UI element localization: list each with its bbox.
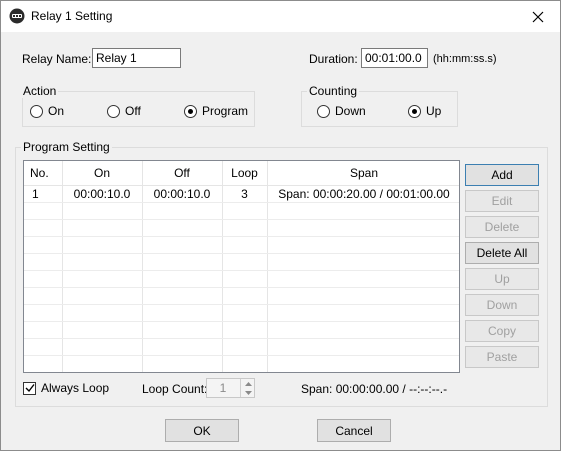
counting-up-radio[interactable]: Up — [408, 104, 441, 118]
total-span-text: Span: 00:00:00.00 / --:--:--.- — [301, 382, 448, 396]
radio-indicator — [317, 104, 330, 118]
column-header-no[interactable]: No. — [24, 161, 63, 186]
spin-up-icon — [244, 381, 252, 386]
program-setting-title: Program Setting — [21, 140, 112, 154]
program-table: No. On Off Loop Span 1 00:00:10.0 00:00:… — [24, 161, 459, 372]
relay-setting-dialog: Relay 1 Setting Relay Name: Relay 1 Dura… — [0, 0, 561, 451]
edit-button[interactable]: Edit — [465, 190, 539, 212]
relay-name-input[interactable]: Relay 1 — [92, 48, 181, 68]
table-row — [24, 321, 459, 339]
duration-format-hint: (hh:mm:ss.s) — [433, 53, 497, 65]
cell-off: 00:00:10.0 — [142, 185, 223, 203]
counting-group-title: Counting — [307, 84, 360, 98]
radio-indicator — [30, 104, 43, 118]
loop-count-stepper[interactable]: 1 — [206, 378, 255, 398]
cell-no: 1 — [24, 185, 63, 203]
spin-up-button[interactable] — [241, 379, 255, 388]
action-off-radio[interactable]: Off — [107, 104, 141, 118]
copy-button[interactable]: Copy — [465, 320, 539, 342]
checkmark-icon — [25, 384, 35, 393]
always-loop-label: Always Loop — [41, 381, 110, 395]
loop-count-value: 1 — [219, 381, 227, 395]
table-row — [24, 202, 459, 220]
spin-down-button[interactable] — [241, 388, 255, 397]
action-group-title: Action — [21, 84, 59, 98]
radio-label: Off — [125, 104, 141, 118]
column-header-span[interactable]: Span — [267, 161, 459, 186]
column-header-on[interactable]: On — [62, 161, 143, 186]
duration-input[interactable]: 00:01:00.0 — [361, 48, 428, 68]
table-row[interactable]: 1 00:00:10.0 00:00:10.0 3 Span: 00:00:20… — [24, 185, 459, 203]
close-icon — [532, 11, 544, 22]
cell-span: Span: 00:00:20.00 / 00:01:00.00 — [267, 185, 459, 203]
ok-button[interactable]: OK — [165, 419, 239, 442]
checkbox-indicator — [23, 381, 36, 395]
delete-all-button[interactable]: Delete All — [465, 242, 539, 264]
spin-down-icon — [244, 390, 252, 395]
close-button[interactable] — [516, 1, 560, 32]
table-row — [24, 355, 459, 372]
radio-label: Up — [426, 104, 442, 118]
column-header-loop[interactable]: Loop — [222, 161, 268, 186]
duration-label: Duration: — [309, 52, 358, 66]
loop-count-label: Loop Count: — [142, 382, 208, 396]
action-program-radio[interactable]: Program — [184, 104, 248, 118]
cell-loop: 3 — [222, 185, 268, 203]
window-title: Relay 1 Setting — [31, 9, 113, 23]
add-button[interactable]: Add — [465, 164, 539, 186]
radio-label: On — [48, 104, 65, 118]
table-row — [24, 270, 459, 288]
table-row — [24, 338, 459, 356]
relay-name-label: Relay Name: — [22, 52, 92, 66]
column-header-off[interactable]: Off — [142, 161, 223, 186]
table-header-row: No. On Off Loop Span — [24, 161, 459, 186]
up-button[interactable]: Up — [465, 268, 539, 290]
table-row — [24, 304, 459, 322]
down-button[interactable]: Down — [465, 294, 539, 316]
spin-buttons — [240, 379, 254, 397]
counting-down-radio[interactable]: Down — [317, 104, 366, 118]
delete-button[interactable]: Delete — [465, 216, 539, 238]
cell-on: 00:00:10.0 — [62, 185, 143, 203]
radio-indicator — [107, 104, 120, 118]
table-row — [24, 287, 459, 305]
cancel-button[interactable]: Cancel — [317, 419, 391, 442]
table-row — [24, 219, 459, 237]
table-row — [24, 253, 459, 271]
radio-indicator — [408, 104, 421, 118]
title-bar: Relay 1 Setting — [1, 1, 560, 32]
radio-label: Program — [202, 104, 249, 118]
relay-app-icon — [9, 8, 25, 24]
always-loop-checkbox[interactable]: Always Loop — [23, 381, 109, 395]
paste-button[interactable]: Paste — [465, 346, 539, 368]
radio-indicator — [184, 104, 197, 118]
program-grid[interactable]: No. On Off Loop Span 1 00:00:10.0 00:00:… — [23, 160, 460, 373]
table-row — [24, 236, 459, 254]
radio-label: Down — [335, 104, 366, 118]
action-on-radio[interactable]: On — [30, 104, 64, 118]
